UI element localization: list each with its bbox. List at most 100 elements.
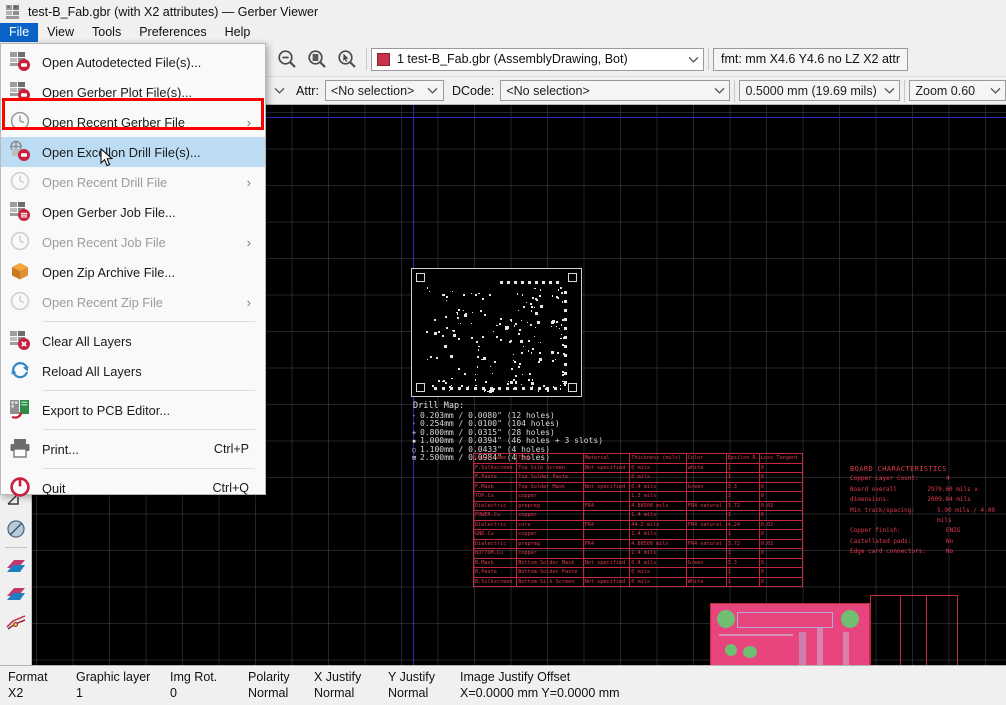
printer-icon [9,437,35,461]
table-cell: Dielectric [472,500,518,511]
chevron-down-icon[interactable] [709,81,729,100]
table-cell: Top Solder Mask [516,481,584,492]
drill-hole [463,294,466,297]
chevron-right-icon: › [246,174,251,190]
table-cell: 1 [725,462,760,473]
drill-hole [456,311,458,314]
menu-item-export-to-pcb-editor[interactable]: Export to PCB Editor... [1,395,265,425]
table-cell: FR4 [582,519,631,530]
grid-size-select[interactable]: 0.5000 mm (19.69 mils) [739,80,901,101]
drill-hole [539,351,542,354]
drill-hole [534,288,536,290]
menu-item-open-gerber-plot-file-s[interactable]: Open Gerber Plot File(s)... [1,77,265,107]
attr-label: Attr: [296,83,319,98]
drill-hole [564,372,567,375]
drill-hole [514,281,517,284]
menu-item-open-recent-gerber-file[interactable]: Open Recent Gerber File › [1,107,265,137]
board-outline [870,595,958,665]
open-gerber-job-icon [9,200,35,224]
drill-hole [458,387,462,391]
menu-item-shortcut: Ctrl+P [213,442,249,456]
table-row: Dielectric prepreg FR4 4.88500 mils FR4 natu… [472,538,804,549]
open-excellon-drill-icon [9,140,35,164]
table-header-cell: Color [685,453,727,464]
board-characteristic-key: Edge card connectors: [850,548,926,556]
drill-hole [446,327,449,330]
menu-help[interactable]: Help [216,23,260,42]
table-row: BOTTOM.Cu copper 1.4 mils 1 0 [472,548,804,559]
table-cell: 0 [758,567,804,578]
drill-hole [559,384,562,387]
menu-file[interactable]: File [0,23,39,42]
menu-preferences[interactable]: Preferences [130,23,215,42]
menu-item-open-gerber-job-file[interactable]: Open Gerber Job File... [1,197,265,227]
attr-select[interactable]: <No selection> [324,80,444,101]
table-cell: 0 [758,576,804,587]
menu-item-quit[interactable]: Quit Ctrl+Q [1,473,265,503]
table-row: B.Paste Bottom Solder Paste 0 mils 1 0 [472,567,804,578]
gerber-viewer-window: test-B_Fab.gbr (with X2 attributes) — Ge… [0,0,1006,705]
status-value-x-justify: Normal [314,686,355,700]
status-value-img-rot: 0 [170,686,177,700]
chevron-down-icon[interactable] [879,81,899,100]
drill-hole [464,373,467,376]
layer-list-chevron-icon[interactable] [268,80,290,101]
drill-hole [515,374,517,377]
drill-hole [538,387,542,391]
table-cell [582,510,631,521]
table-cell: 0.02 [758,538,804,549]
status-value-y-justify: Normal [388,686,429,700]
menu-tools[interactable]: Tools [83,23,130,42]
drill-hole [466,387,470,391]
table-cell: GND.Cu [472,529,518,540]
chevron-down-icon[interactable] [683,49,703,70]
drill-hole [526,321,529,323]
drill-hole [564,345,567,348]
dcode-select[interactable]: <No selection> [500,80,731,101]
drill-hole [535,299,538,302]
chevron-down-icon[interactable] [423,81,443,100]
menu-item-open-excellon-drill-file-s[interactable]: Open Excellon Drill File(s)... [1,137,265,167]
board-characteristic-value: No [946,548,954,556]
file-menu-popup[interactable]: Open Autodetected File(s)... Open Gerber … [0,43,266,497]
sketch-mode-button[interactable] [2,580,30,608]
drill-hole [444,316,447,319]
table-cell: Top Silk Screen [516,462,584,473]
menu-item-open-autodetected-file-s[interactable]: Open Autodetected File(s)... [1,47,265,77]
zoom-level-select[interactable]: Zoom 0.60 [909,80,1006,101]
zoom-to-selection-button[interactable] [332,44,362,74]
drill-hole [564,354,567,357]
drill-hole [526,301,528,304]
show-gerber-layers-button[interactable] [2,552,30,580]
menu-item-clear-all-layers[interactable]: Clear All Layers [1,326,265,356]
zoom-out-button[interactable] [272,44,302,74]
menu-item-reload-all-layers[interactable]: Reload All Layers [1,356,265,386]
negative-objects-button[interactable] [2,515,30,543]
table-header-cell: Loss Tangent [758,453,804,464]
drill-hole [530,387,534,391]
table-cell [685,472,727,483]
drill-hole [554,387,558,391]
menu-item-open-zip-archive-file[interactable]: Open Zip Archive File... [1,257,265,287]
layer-select-combo[interactable]: 1 test-B_Fab.gbr (AssemblyDrawing, Bot) [371,47,704,71]
table-cell: 4.88500 mils [629,538,687,549]
chevron-down-icon[interactable] [985,81,1005,100]
menu-view[interactable]: View [38,23,83,42]
copper-pad [841,610,859,628]
table-cell: 0 [758,462,804,473]
drill-hole [520,352,523,355]
table-cell [685,548,727,559]
drill-hole [479,309,482,312]
menu-item-print[interactable]: Print... Ctrl+P [1,434,265,464]
menu-item-open-recent-job-file: Open Recent Job File › [1,227,265,257]
drill-hole [538,295,541,297]
drill-hole [564,327,567,330]
drill-hole [511,367,514,370]
highlight-nets-button[interactable] [2,608,30,636]
clear-all-layers-icon [9,329,35,353]
zoom-fit-page-button[interactable] [302,44,332,74]
table-cell: Dielectric [472,519,518,530]
table-cell: B.Paste [472,567,518,578]
drill-hole [554,358,557,360]
status-value-image-justify-offset: X=0.0000 mm Y=0.0000 mm [460,686,620,700]
